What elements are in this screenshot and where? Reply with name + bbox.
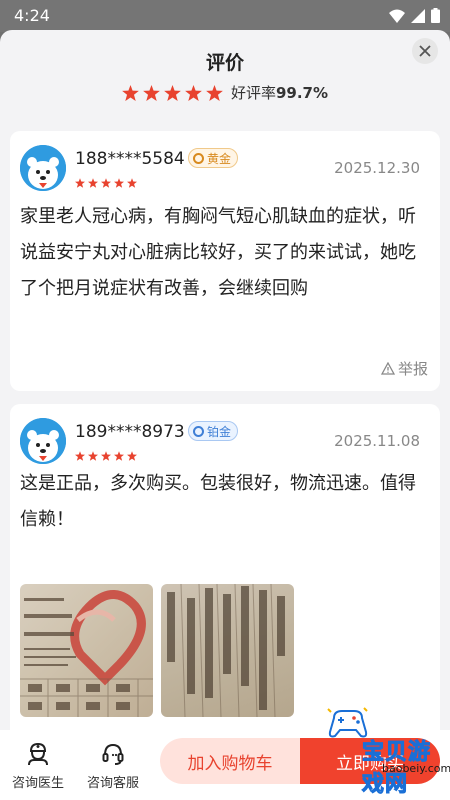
reviews-sheet: 评价 好评率99.7% 188****5584 黄金 2025.12.30 家里… <box>0 30 450 800</box>
star-icon <box>206 84 223 101</box>
avatar <box>20 418 66 464</box>
member-badge: 黄金 <box>188 148 239 168</box>
consult-doctor-label: 咨询医生 <box>11 776 64 791</box>
review-card: 188****5584 黄金 2025.12.30 家里老人冠心病，有胸闷气短心… <box>10 131 440 391</box>
status-bar: 4:24 <box>0 0 450 32</box>
package-photo-art <box>20 590 153 717</box>
overall-stars <box>122 84 223 101</box>
review-photo[interactable] <box>20 584 153 717</box>
star-icon <box>114 178 124 188</box>
overall-rating: 好评率99.7% <box>0 82 450 103</box>
star-icon <box>88 178 98 188</box>
consult-service-button[interactable]: 咨询客服 <box>78 742 148 791</box>
battery-icon <box>431 8 440 23</box>
report-button[interactable]: 举报 <box>380 358 428 379</box>
reviewer-name: 189****8973 <box>75 422 185 442</box>
star-icon <box>164 84 181 101</box>
site-watermark: 宝贝游戏网 baobeiy.com <box>320 706 450 798</box>
star-icon <box>75 451 85 461</box>
watermark-domain: baobeiy.com <box>382 762 450 775</box>
warning-icon <box>380 362 395 375</box>
reviewer-name: 188****5584 <box>75 149 185 169</box>
consult-service-label: 咨询客服 <box>86 776 139 791</box>
report-label: 举报 <box>397 360 428 378</box>
badge-label: 铂金 <box>207 424 232 439</box>
rating-label: 好评率 <box>230 84 276 102</box>
review-content: 家里老人冠心病，有胸闷气短心肌缺血的症状，听说益安宁丸对心脏病比较好，买了的来试… <box>20 206 416 299</box>
avatar <box>20 145 66 191</box>
avatar-mascot-icon <box>20 145 66 191</box>
review-photos <box>20 584 294 717</box>
wifi-icon <box>389 9 405 23</box>
rating-value: 99.7% <box>275 84 329 102</box>
star-icon <box>101 178 111 188</box>
star-icon <box>101 451 111 461</box>
doctor-icon <box>28 742 48 766</box>
star-icon <box>127 451 137 461</box>
review-date: 2025.11.08 <box>334 432 420 450</box>
badge-icon <box>193 425 204 437</box>
headset-icon <box>102 743 124 765</box>
review-stars <box>75 451 137 461</box>
star-icon <box>114 451 124 461</box>
review-stars <box>75 178 137 188</box>
add-to-cart-button[interactable]: 加入购物车 <box>160 738 300 784</box>
star-icon <box>88 451 98 461</box>
star-icon <box>122 84 139 101</box>
rating-summary: 好评率99.7% <box>231 82 328 103</box>
star-icon <box>75 178 85 188</box>
member-badge: 铂金 <box>188 421 239 441</box>
status-icons <box>389 8 440 23</box>
star-icon <box>143 84 160 101</box>
sheet-title: 评价 <box>205 52 244 74</box>
leaflet-photo-art <box>167 584 285 717</box>
badge-label: 黄金 <box>207 151 232 166</box>
star-icon <box>127 178 137 188</box>
consult-doctor-button[interactable]: 咨询医生 <box>3 742 73 791</box>
avatar-mascot-icon <box>20 418 66 464</box>
close-icon <box>419 45 431 57</box>
close-button[interactable] <box>412 38 438 64</box>
review-date: 2025.12.30 <box>334 159 420 177</box>
review-content: 这是正品，多次购买。包装很好，物流迅速。值得信赖！ <box>20 473 416 530</box>
review-photo[interactable] <box>161 584 294 717</box>
status-time: 4:24 <box>14 6 50 25</box>
signal-icon <box>411 8 425 23</box>
star-icon <box>185 84 202 101</box>
badge-icon <box>193 152 204 164</box>
